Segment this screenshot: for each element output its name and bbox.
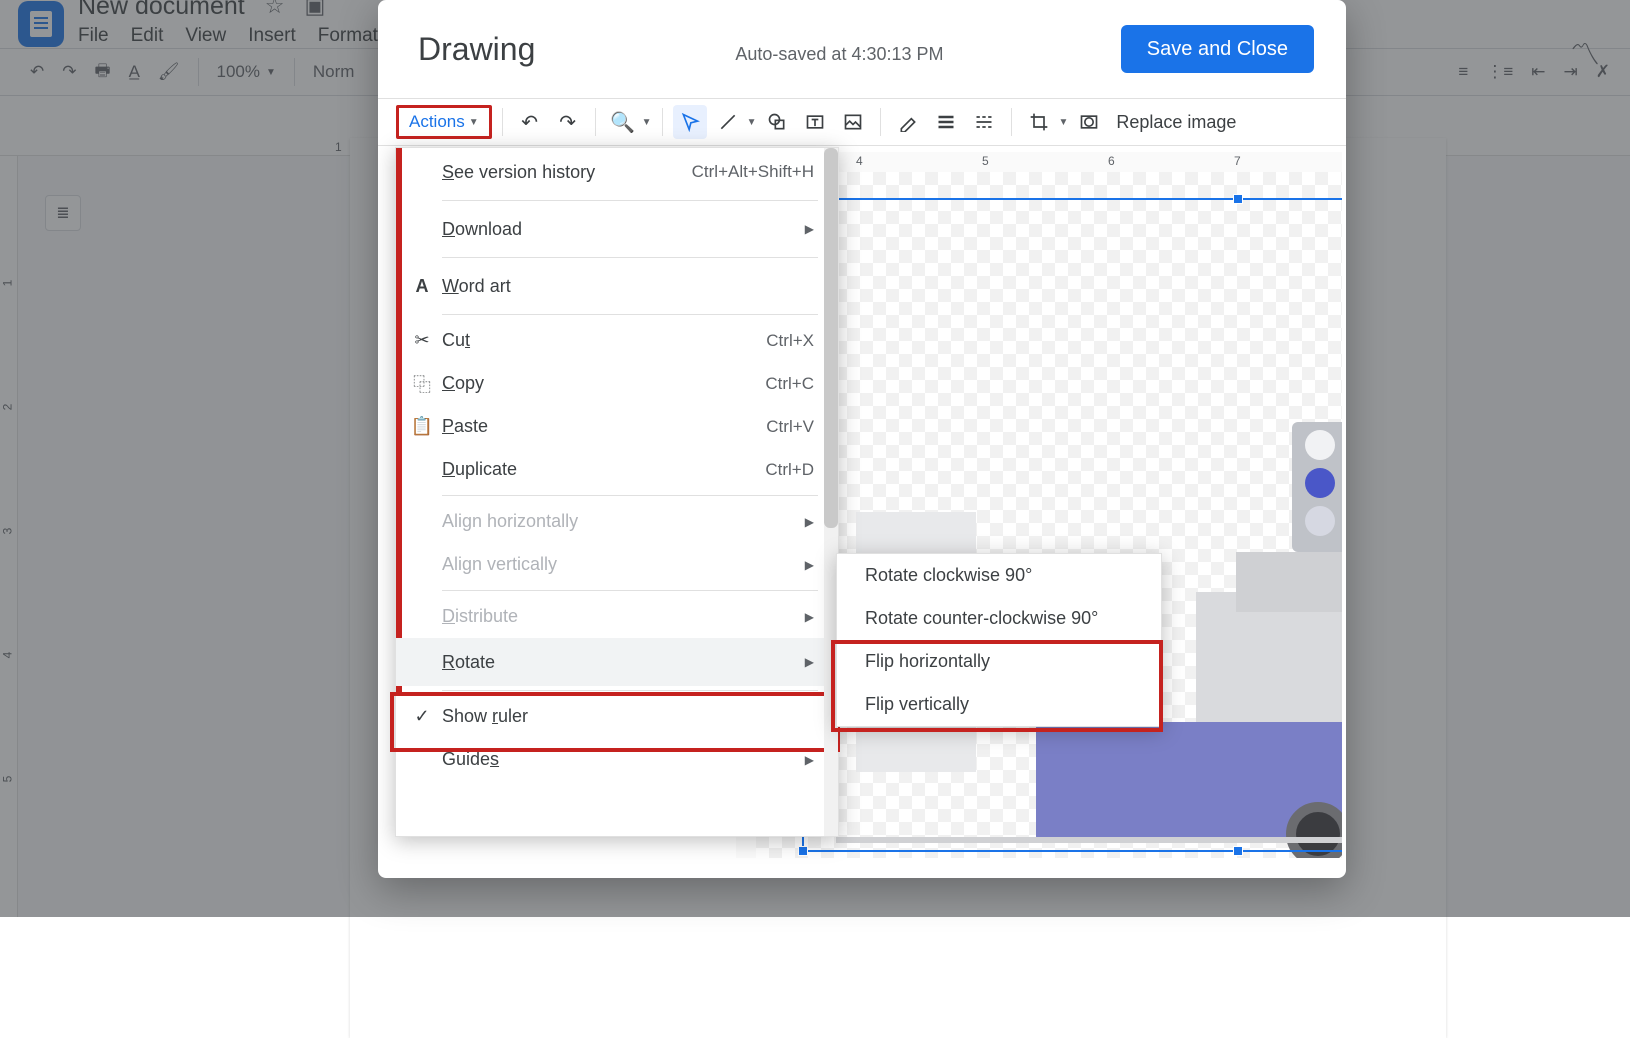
select-tool-icon[interactable] xyxy=(673,105,707,139)
menu-guides[interactable]: Guides▶ xyxy=(396,738,838,781)
redo-icon[interactable]: ↷ xyxy=(551,105,585,139)
rotate-submenu: Rotate clockwise 90° Rotate counter-cloc… xyxy=(836,553,1162,727)
drawing-toolbar: Actions▼ ↶ ↷ 🔍▼ ▼ ▼ Replace image xyxy=(378,98,1346,146)
check-icon: ✓ xyxy=(410,706,434,727)
autosave-status: Auto-saved at 4:30:13 PM xyxy=(735,44,943,65)
line-tool-icon[interactable] xyxy=(711,105,745,139)
mask-icon[interactable] xyxy=(1072,105,1106,139)
submenu-rotate-cw[interactable]: Rotate clockwise 90° xyxy=(837,554,1161,597)
image-tool-icon[interactable] xyxy=(836,105,870,139)
shape-tool-icon[interactable] xyxy=(760,105,794,139)
textbox-tool-icon[interactable] xyxy=(798,105,832,139)
menu-download[interactable]: Download▶ xyxy=(396,205,838,253)
border-dash-icon[interactable] xyxy=(967,105,1001,139)
actions-button[interactable]: Actions▼ xyxy=(396,105,492,139)
actions-menu: See version history Ctrl+Alt+Shift+H Dow… xyxy=(395,147,839,837)
menu-cut[interactable]: ✂ CutCtrl+X xyxy=(396,319,838,362)
copy-icon: ⿻ xyxy=(410,371,434,397)
zoom-icon[interactable]: 🔍 xyxy=(606,105,640,139)
menu-scrollbar[interactable] xyxy=(824,148,838,836)
menu-align-horizontal: Align horizontally▶ xyxy=(396,500,838,543)
selection-rect[interactable] xyxy=(802,198,1342,852)
drawing-canvas[interactable] xyxy=(756,172,1342,858)
menu-word-art[interactable]: A Word art xyxy=(396,262,838,310)
dialog-title: Drawing xyxy=(418,31,535,68)
menu-duplicate[interactable]: DuplicateCtrl+D xyxy=(396,448,838,491)
menu-show-ruler[interactable]: ✓ Show ruler xyxy=(396,695,838,738)
horizontal-ruler: 4 5 6 7 xyxy=(756,152,1342,172)
menu-paste[interactable]: 📋 PasteCtrl+V xyxy=(396,405,838,448)
menu-distribute: Distribute▶ xyxy=(396,595,838,638)
menu-rotate[interactable]: Rotate▶ xyxy=(396,638,838,686)
replace-image-button[interactable]: Replace image xyxy=(1110,112,1236,133)
crop-icon[interactable] xyxy=(1022,105,1056,139)
wordart-icon: A xyxy=(410,276,434,297)
menu-version-history[interactable]: See version history Ctrl+Alt+Shift+H xyxy=(396,148,838,196)
border-color-icon[interactable] xyxy=(891,105,925,139)
cut-icon: ✂ xyxy=(410,330,434,351)
paste-icon: 📋 xyxy=(410,416,434,437)
border-weight-icon[interactable] xyxy=(929,105,963,139)
submenu-flip-vertical[interactable]: Flip vertically xyxy=(837,683,1161,726)
menu-copy[interactable]: ⿻ CopyCtrl+C xyxy=(396,362,838,405)
undo-icon[interactable]: ↶ xyxy=(513,105,547,139)
submenu-flip-horizontal[interactable]: Flip horizontally xyxy=(837,640,1161,683)
save-and-close-button[interactable]: Save and Close xyxy=(1121,25,1314,73)
menu-align-vertical: Align vertically▶ xyxy=(396,543,838,586)
submenu-rotate-ccw[interactable]: Rotate counter-clockwise 90° xyxy=(837,597,1161,640)
